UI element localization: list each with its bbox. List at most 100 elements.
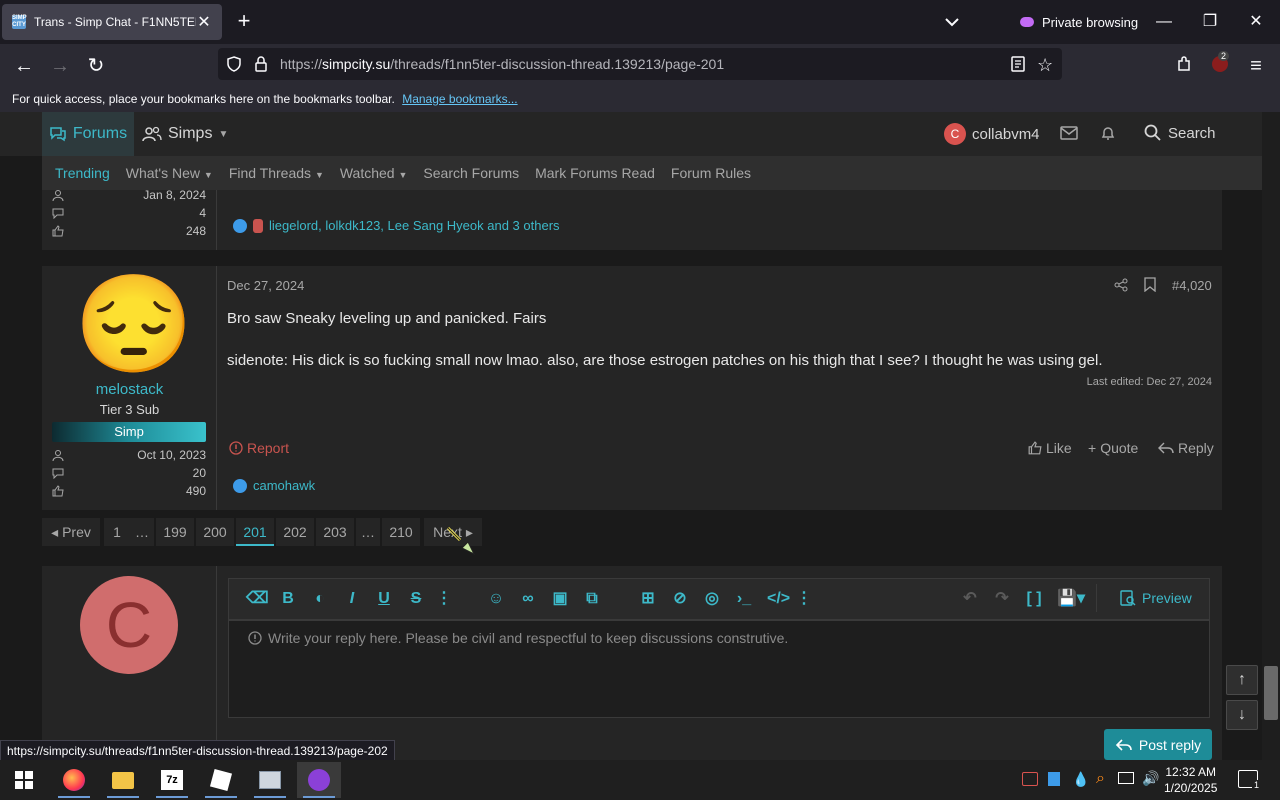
pagination-prev[interactable]: ◂ Prev xyxy=(42,518,100,546)
table-icon[interactable]: ⊞ xyxy=(639,590,657,608)
post-reply-button[interactable]: Post reply xyxy=(1104,729,1212,760)
close-window-button[interactable]: ✕ xyxy=(1244,10,1268,34)
forward-arrow-icon[interactable]: → xyxy=(46,52,74,80)
drafts-save-icon[interactable]: 💾▾ xyxy=(1057,590,1085,608)
subnav-search-forums[interactable]: Search Forums xyxy=(423,165,519,181)
share-icon[interactable] xyxy=(1114,278,1128,292)
new-tab-button[interactable]: + xyxy=(232,10,256,34)
scroll-to-top-button[interactable]: ↑ xyxy=(1226,665,1258,695)
user-avatar-pensive-emoji[interactable]: 😔 xyxy=(74,270,194,380)
restore-button[interactable]: ❐ xyxy=(1198,10,1222,34)
preview-button[interactable]: Preview xyxy=(1120,590,1192,606)
bbcode-toggle-icon[interactable]: [ ] xyxy=(1025,590,1043,608)
post-username[interactable]: melostack xyxy=(42,381,217,398)
redo-icon[interactable]: ↷ xyxy=(993,590,1011,608)
link-icon[interactable]: ∞ xyxy=(519,590,537,608)
clock-date: 1/20/2025 xyxy=(1164,781,1218,795)
more-vertical-icon[interactable]: ⋮ xyxy=(795,590,813,608)
spoiler-eye-slash-icon[interactable]: ⊘ xyxy=(671,590,689,608)
tab-list-chevron-icon[interactable] xyxy=(942,12,962,32)
firefox-taskbar-icon[interactable] xyxy=(52,762,96,798)
page-200[interactable]: 200 xyxy=(196,518,234,546)
subnav-trending[interactable]: Trending xyxy=(55,165,110,181)
tray-security-icon[interactable] xyxy=(1022,772,1038,786)
page-ellipsis[interactable]: … xyxy=(356,518,380,546)
reload-icon[interactable]: ↻ xyxy=(82,52,110,80)
tray-app-icon[interactable] xyxy=(1048,772,1060,786)
code-icon[interactable]: </> xyxy=(767,590,790,608)
eraser-icon[interactable]: ⌫ xyxy=(246,590,269,608)
page-1[interactable]: 1 xyxy=(104,518,130,546)
bookmark-star-icon[interactable]: ☆ xyxy=(1037,55,1053,76)
volume-icon[interactable]: 🔊 xyxy=(1142,770,1159,787)
inline-spoiler-icon[interactable]: ◎ xyxy=(703,590,721,608)
nav-tab-simps[interactable]: Simps ▼ xyxy=(142,112,228,156)
image-icon[interactable]: ▣ xyxy=(551,590,569,608)
tray-droplet-icon[interactable]: 💧 xyxy=(1072,771,1089,788)
firefox-private-taskbar-icon[interactable] xyxy=(297,762,341,798)
post-reaction-users[interactable]: camohawk xyxy=(253,478,315,493)
manage-bookmarks-link[interactable]: Manage bookmarks... xyxy=(402,92,517,106)
like-button[interactable]: Like xyxy=(1028,440,1072,456)
window-app-taskbar-icon[interactable] xyxy=(248,762,292,798)
smiley-icon[interactable]: ☺ xyxy=(487,590,505,608)
hamburger-menu-icon[interactable]: ≡ xyxy=(1242,52,1270,80)
reply-user-avatar[interactable]: C xyxy=(80,576,178,674)
reader-view-icon[interactable] xyxy=(1010,56,1026,72)
tray-search-icon[interactable]: ⌕ xyxy=(1096,770,1105,788)
report-button[interactable]: Report xyxy=(229,440,289,456)
subnav-whats-new[interactable]: What's New ▼ xyxy=(126,165,213,181)
page-203[interactable]: 203 xyxy=(316,518,354,546)
reply-button[interactable]: Reply xyxy=(1158,440,1214,456)
file-explorer-taskbar-icon[interactable] xyxy=(101,762,145,798)
italic-icon[interactable]: I xyxy=(343,590,361,608)
bookmark-icon[interactable] xyxy=(1144,277,1156,292)
subnav-forum-rules[interactable]: Forum Rules xyxy=(671,165,751,181)
taskbar-clock[interactable]: 12:32 AM 1/20/2025 xyxy=(1164,764,1217,796)
page-scrollbar[interactable] xyxy=(1262,112,1280,760)
terminal-code-icon[interactable]: ›_ xyxy=(735,590,753,608)
scroll-to-bottom-button[interactable]: ↓ xyxy=(1226,700,1258,730)
back-arrow-icon[interactable]: ← xyxy=(10,52,38,80)
page-199[interactable]: 199 xyxy=(156,518,194,546)
browser-tab-active[interactable]: SIMP CITY Trans - Simp Chat - F1NN5TER ✕ xyxy=(2,4,222,40)
page-ellipsis[interactable]: … xyxy=(130,518,154,546)
post-reaction-bar[interactable]: camohawk xyxy=(233,478,315,493)
alerts-bell-icon[interactable] xyxy=(1100,125,1116,141)
quote-button[interactable]: + Quote xyxy=(1088,440,1138,456)
underline-icon[interactable]: U xyxy=(375,590,393,608)
post-number[interactable]: #4,020 xyxy=(1172,278,1212,293)
page-210[interactable]: 210 xyxy=(382,518,420,546)
subnav-find-threads[interactable]: Find Threads ▼ xyxy=(229,165,324,181)
windows-start-icon[interactable] xyxy=(2,762,46,798)
lock-icon[interactable] xyxy=(254,56,268,72)
subnav-watched[interactable]: Watched ▼ xyxy=(340,165,408,181)
page-202[interactable]: 202 xyxy=(276,518,314,546)
tab-close-icon[interactable]: ✕ xyxy=(196,12,212,32)
scrollbar-thumb[interactable] xyxy=(1264,666,1278,720)
subnav-mark-forums-read[interactable]: Mark Forums Read xyxy=(535,165,655,181)
undo-icon[interactable]: ↶ xyxy=(961,590,979,608)
prev-reaction-users[interactable]: liegelord, lolkdk123, Lee Sang Hyeok and… xyxy=(269,218,560,233)
media-gallery-icon[interactable]: ⧉ xyxy=(583,590,601,608)
roblox-taskbar-icon[interactable] xyxy=(199,762,243,798)
more-vertical-icon[interactable]: ⋮ xyxy=(435,590,453,608)
toolbar-divider xyxy=(1096,584,1097,612)
network-icon[interactable] xyxy=(1118,772,1134,784)
palette-icon[interactable]: ◐ xyxy=(311,590,329,608)
bold-icon[interactable]: B xyxy=(279,590,297,608)
shield-icon[interactable] xyxy=(226,56,242,72)
page-201-current[interactable]: 201 xyxy=(236,518,274,546)
7zip-taskbar-icon[interactable]: 7z xyxy=(150,762,194,798)
prev-reaction-bar[interactable]: liegelord, lolkdk123, Lee Sang Hyeok and… xyxy=(233,218,560,233)
post-date[interactable]: Dec 27, 2024 xyxy=(227,278,304,293)
minimize-button[interactable]: — xyxy=(1152,10,1176,34)
inbox-envelope-icon[interactable] xyxy=(1060,126,1078,140)
url-text[interactable]: https://simpcity.su/threads/f1nn5ter-dis… xyxy=(280,56,724,72)
nav-tab-forums[interactable]: Forums xyxy=(42,112,134,156)
search-button[interactable]: Search xyxy=(1144,124,1216,142)
extensions-icon[interactable] xyxy=(1176,56,1192,72)
strikethrough-icon[interactable]: S xyxy=(407,590,425,608)
users-icon xyxy=(142,126,162,142)
user-menu[interactable]: C collabvm4 xyxy=(944,123,1040,145)
